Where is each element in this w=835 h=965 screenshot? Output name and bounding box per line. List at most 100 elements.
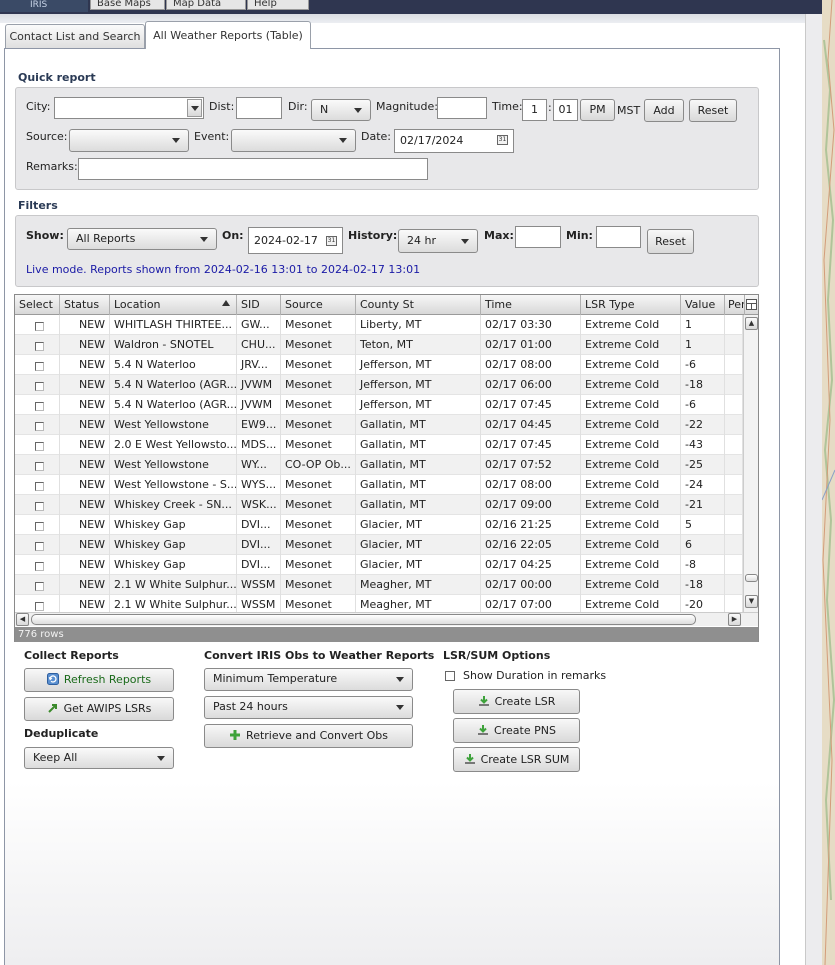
table-row[interactable]: NEW West Yellowstone WY... CO-OP Ob... Galla… xyxy=(15,455,743,475)
select-cell[interactable] xyxy=(15,355,60,375)
table-row[interactable]: NEW Waldron - SNOTEL CHU... Mesonet Teton, M… xyxy=(15,335,743,355)
horizontal-scrollbar[interactable]: ◀ ▶ xyxy=(15,612,758,626)
select-cell[interactable] xyxy=(15,415,60,435)
date-input[interactable]: 02/17/2024 31 xyxy=(394,129,514,153)
retrieve-convert-button[interactable]: Retrieve and Convert Obs xyxy=(204,724,413,748)
row-select-checkbox[interactable] xyxy=(35,462,44,471)
on-date-input[interactable]: 2024-02-17 31 xyxy=(248,227,343,254)
deduplicate-select[interactable]: Keep All xyxy=(24,747,174,769)
row-select-checkbox[interactable] xyxy=(35,402,44,411)
remarks-input[interactable] xyxy=(78,158,428,180)
col-value[interactable]: Value xyxy=(681,295,725,315)
col-select[interactable]: Select xyxy=(15,295,60,315)
row-select-checkbox[interactable] xyxy=(35,542,44,551)
scroll-up-icon[interactable]: ▲ xyxy=(745,317,758,330)
select-cell[interactable] xyxy=(15,435,60,455)
col-time[interactable]: Time xyxy=(481,295,581,315)
table-row[interactable]: NEW WHITLASH THIRTEE... GW... Mesonet Libert… xyxy=(15,315,743,335)
row-select-checkbox[interactable] xyxy=(35,582,44,591)
create-pns-button[interactable]: Create PNS xyxy=(453,718,580,743)
select-cell[interactable] xyxy=(15,535,60,555)
ampm-toggle-button[interactable]: PM xyxy=(580,99,615,121)
vertical-scroll-thumb[interactable] xyxy=(745,574,758,582)
obs-period-select[interactable]: Past 24 hours xyxy=(204,696,413,719)
obs-type-select[interactable]: Minimum Temperature xyxy=(204,668,413,691)
select-cell[interactable] xyxy=(15,455,60,475)
event-select[interactable] xyxy=(231,129,356,152)
table-row[interactable]: NEW Whiskey Gap DVI... Mesonet Glacier, MT 02… xyxy=(15,555,743,575)
table-row[interactable]: NEW 5.4 N Waterloo (AGR... JVWM Mesonet Jeff… xyxy=(15,375,743,395)
create-lsr-button[interactable]: Create LSR xyxy=(453,689,580,714)
sort-ascending-icon[interactable] xyxy=(222,300,230,306)
table-row[interactable]: NEW 2.1 W White Sulphur... WSSM Mesonet Meag… xyxy=(15,575,743,595)
select-cell[interactable] xyxy=(15,315,60,335)
table-row[interactable]: NEW West Yellowstone EW9... Mesonet Gallatin… xyxy=(15,415,743,435)
menu-map-data[interactable]: Map Data xyxy=(166,0,246,10)
col-location[interactable]: Location xyxy=(110,295,237,315)
time-minute-input[interactable]: 01 xyxy=(553,99,578,121)
row-select-checkbox[interactable] xyxy=(35,562,44,571)
tab-all-weather-reports[interactable]: All Weather Reports (Table) xyxy=(145,21,311,49)
chevron-down-icon[interactable] xyxy=(187,99,202,117)
scroll-right-icon[interactable]: ▶ xyxy=(728,613,741,626)
tab-contact-list[interactable]: Contact List and Search xyxy=(5,24,145,49)
row-select-checkbox[interactable] xyxy=(35,522,44,531)
row-select-checkbox[interactable] xyxy=(35,502,44,511)
col-status[interactable]: Status xyxy=(60,295,110,315)
show-duration-checkbox[interactable] xyxy=(445,671,455,681)
row-select-checkbox[interactable] xyxy=(35,382,44,391)
table-row[interactable]: NEW 2.0 E West Yellowsto... MDS... Mesonet G… xyxy=(15,435,743,455)
dir-select[interactable]: N xyxy=(311,99,371,121)
select-cell[interactable] xyxy=(15,375,60,395)
get-awips-lsrs-button[interactable]: Get AWIPS LSRs xyxy=(24,697,174,721)
row-select-checkbox[interactable] xyxy=(35,442,44,451)
col-source[interactable]: Source xyxy=(281,295,356,315)
row-select-checkbox[interactable] xyxy=(35,342,44,351)
calendar-icon[interactable]: 31 xyxy=(497,135,508,145)
max-input[interactable] xyxy=(515,226,561,248)
quick-reset-button[interactable]: Reset xyxy=(689,99,737,122)
col-sid[interactable]: SID xyxy=(237,295,281,315)
time-hour-input[interactable]: 1 xyxy=(522,99,547,121)
menu-base-maps[interactable]: Base Maps xyxy=(90,0,165,10)
row-select-checkbox[interactable] xyxy=(35,422,44,431)
table-row[interactable]: NEW Whiskey Creek - SN... WSK... Mesonet Gal… xyxy=(15,495,743,515)
table-row[interactable]: NEW West Yellowstone - S... WYS... Mesonet G… xyxy=(15,475,743,495)
column-chooser-icon[interactable] xyxy=(746,299,757,310)
history-select[interactable]: 24 hr xyxy=(398,229,478,253)
select-cell[interactable] xyxy=(15,575,60,595)
row-select-checkbox[interactable] xyxy=(35,602,44,611)
min-input[interactable] xyxy=(596,226,641,248)
select-cell[interactable] xyxy=(15,495,60,515)
select-cell[interactable] xyxy=(15,475,60,495)
refresh-reports-button[interactable]: Refresh Reports xyxy=(24,668,174,692)
table-row[interactable]: NEW 5.4 N Waterloo (AGR... JVWM Mesonet Jeff… xyxy=(15,395,743,415)
city-combo[interactable] xyxy=(54,97,204,119)
create-lsr-sum-button[interactable]: Create LSR SUM xyxy=(453,747,580,772)
show-select[interactable]: All Reports xyxy=(67,228,217,250)
col-per[interactable]: Per xyxy=(725,295,745,315)
row-select-checkbox[interactable] xyxy=(35,322,44,331)
table-row[interactable]: NEW Whiskey Gap DVI... Mesonet Glacier, MT 02… xyxy=(15,515,743,535)
table-row[interactable]: NEW Whiskey Gap DVI... Mesonet Glacier, MT 02… xyxy=(15,535,743,555)
select-cell[interactable] xyxy=(15,515,60,535)
horizontal-scroll-thumb[interactable] xyxy=(31,614,696,625)
col-county-st[interactable]: County St xyxy=(356,295,481,315)
scroll-down-icon[interactable]: ▼ xyxy=(745,595,758,608)
source-select[interactable] xyxy=(69,129,189,152)
map-view-edge[interactable] xyxy=(822,0,835,965)
col-lsr-type[interactable]: LSR Type xyxy=(581,295,681,315)
select-cell[interactable] xyxy=(15,555,60,575)
table-row[interactable]: NEW 5.4 N Waterloo JRV... Mesonet Jefferson,… xyxy=(15,355,743,375)
calendar-icon[interactable]: 31 xyxy=(326,236,337,246)
vertical-scrollbar[interactable]: ▲ ▼ xyxy=(743,315,758,612)
add-button[interactable]: Add xyxy=(644,99,684,122)
select-cell[interactable] xyxy=(15,395,60,415)
menu-help[interactable]: Help xyxy=(247,0,309,10)
scroll-left-icon[interactable]: ◀ xyxy=(16,613,29,626)
dist-input[interactable] xyxy=(236,97,282,119)
row-select-checkbox[interactable] xyxy=(35,362,44,371)
row-select-checkbox[interactable] xyxy=(35,482,44,491)
select-cell[interactable] xyxy=(15,335,60,355)
magnitude-input[interactable] xyxy=(437,97,487,119)
